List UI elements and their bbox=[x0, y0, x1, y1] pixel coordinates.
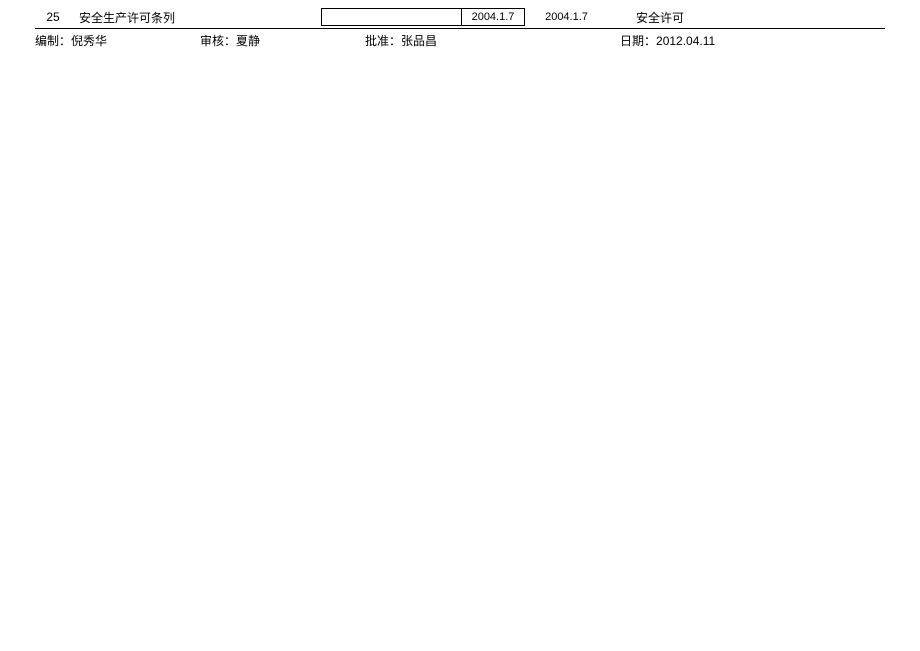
cell-date-open: 2004.1.7 bbox=[525, 11, 600, 23]
approver-value: 张品昌 bbox=[401, 32, 437, 49]
footer-row: 编制： 倪秀华 审核： 夏静 批准： 张品昌 日期： 2012.04.11 bbox=[35, 32, 885, 49]
cell-boxed-empty bbox=[321, 8, 461, 26]
reviewer-value: 夏静 bbox=[236, 32, 260, 49]
footer-date: 日期： 2012.04.11 bbox=[620, 32, 715, 49]
footer-reviewer: 审核： 夏静 bbox=[200, 32, 365, 49]
divider-line bbox=[35, 28, 885, 29]
cell-category: 安全许可 bbox=[600, 9, 720, 26]
footer-approver: 批准： 张品昌 bbox=[365, 32, 620, 49]
date-label: 日期： bbox=[620, 32, 656, 49]
reviewer-label: 审核： bbox=[200, 32, 236, 49]
compiler-label: 编制： bbox=[35, 32, 71, 49]
table-row: 25 安全生产许可条列 2004.1.7 2004.1.7 安全许可 bbox=[35, 8, 885, 26]
cell-date-boxed: 2004.1.7 bbox=[461, 8, 525, 26]
compiler-value: 倪秀华 bbox=[71, 32, 107, 49]
date-value: 2012.04.11 bbox=[656, 34, 715, 48]
approver-label: 批准： bbox=[365, 32, 401, 49]
cell-title: 安全生产许可条列 bbox=[71, 9, 321, 26]
cell-number: 25 bbox=[35, 10, 71, 24]
footer-compiler: 编制： 倪秀华 bbox=[35, 32, 200, 49]
